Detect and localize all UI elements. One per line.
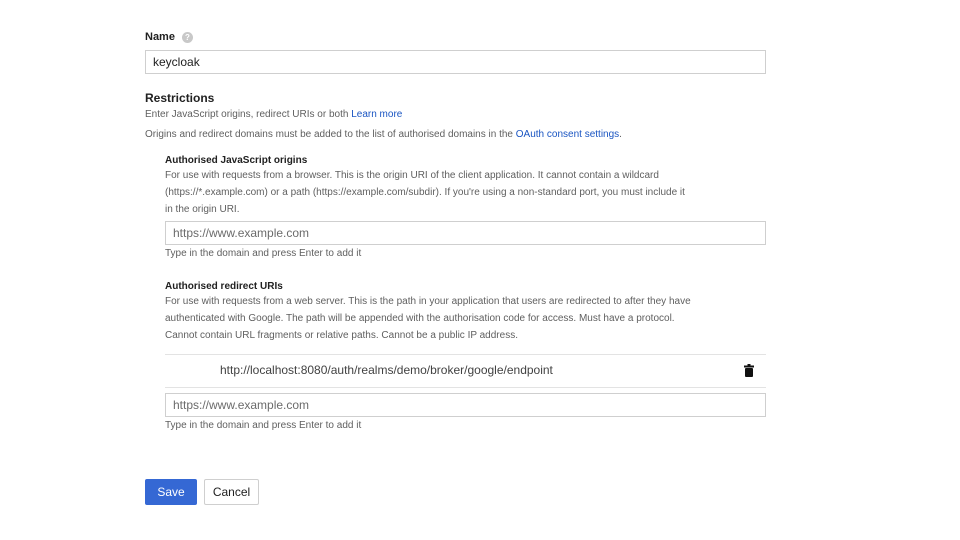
js-origins-input[interactable]: https://www.example.com [165,221,766,245]
redirect-uris-description: For use with requests from a web server.… [165,293,770,344]
restrictions-title: Restrictions [145,91,215,105]
redirect-desc-line1: For use with requests from a web server.… [165,296,691,307]
restrictions-intro-text: Enter JavaScript origins, redirect URIs … [145,109,349,120]
save-button[interactable]: Save [145,479,197,505]
redirect-uri-input[interactable]: https://www.example.com [165,393,766,417]
oauth-consent-link[interactable]: OAuth consent settings [516,129,619,140]
redirect-uri-entry: http://localhost:8080/auth/realms/demo/b… [220,363,553,377]
domains-text: Origins and redirect domains must be add… [145,129,513,140]
js-origins-desc-line2: (https://*.example.com) or a path (https… [165,187,685,198]
domains-suffix: . [619,129,622,140]
uri-divider-bottom [165,387,766,388]
js-origins-desc-line1: For use with requests from a browser. Th… [165,170,659,181]
js-origins-title: Authorised JavaScript origins [165,155,308,166]
redirect-uri-hint: Type in the domain and press Enter to ad… [165,420,362,431]
js-origins-description: For use with requests from a browser. Th… [165,167,770,218]
client-settings-form: Name ? keycloak Restrictions Enter JavaS… [0,0,960,540]
restrictions-intro: Enter JavaScript origins, redirect URIs … [145,106,402,123]
uri-divider-top [165,354,766,355]
js-origins-hint: Type in the domain and press Enter to ad… [165,248,362,259]
cancel-button[interactable]: Cancel [204,479,259,505]
trash-icon[interactable] [744,364,754,377]
redirect-desc-line2: authenticated with Google. The path will… [165,313,675,324]
name-label: Name [145,31,175,43]
name-input[interactable]: keycloak [145,50,766,74]
redirect-desc-line3: Cannot contain URL fragments or relative… [165,330,518,341]
redirect-uris-title: Authorised redirect URIs [165,281,283,292]
js-origins-desc-line3: in the origin URI. [165,204,240,215]
learn-more-link[interactable]: Learn more [351,109,402,120]
restrictions-domains-note: Origins and redirect domains must be add… [145,126,622,143]
help-icon[interactable]: ? [182,32,193,43]
